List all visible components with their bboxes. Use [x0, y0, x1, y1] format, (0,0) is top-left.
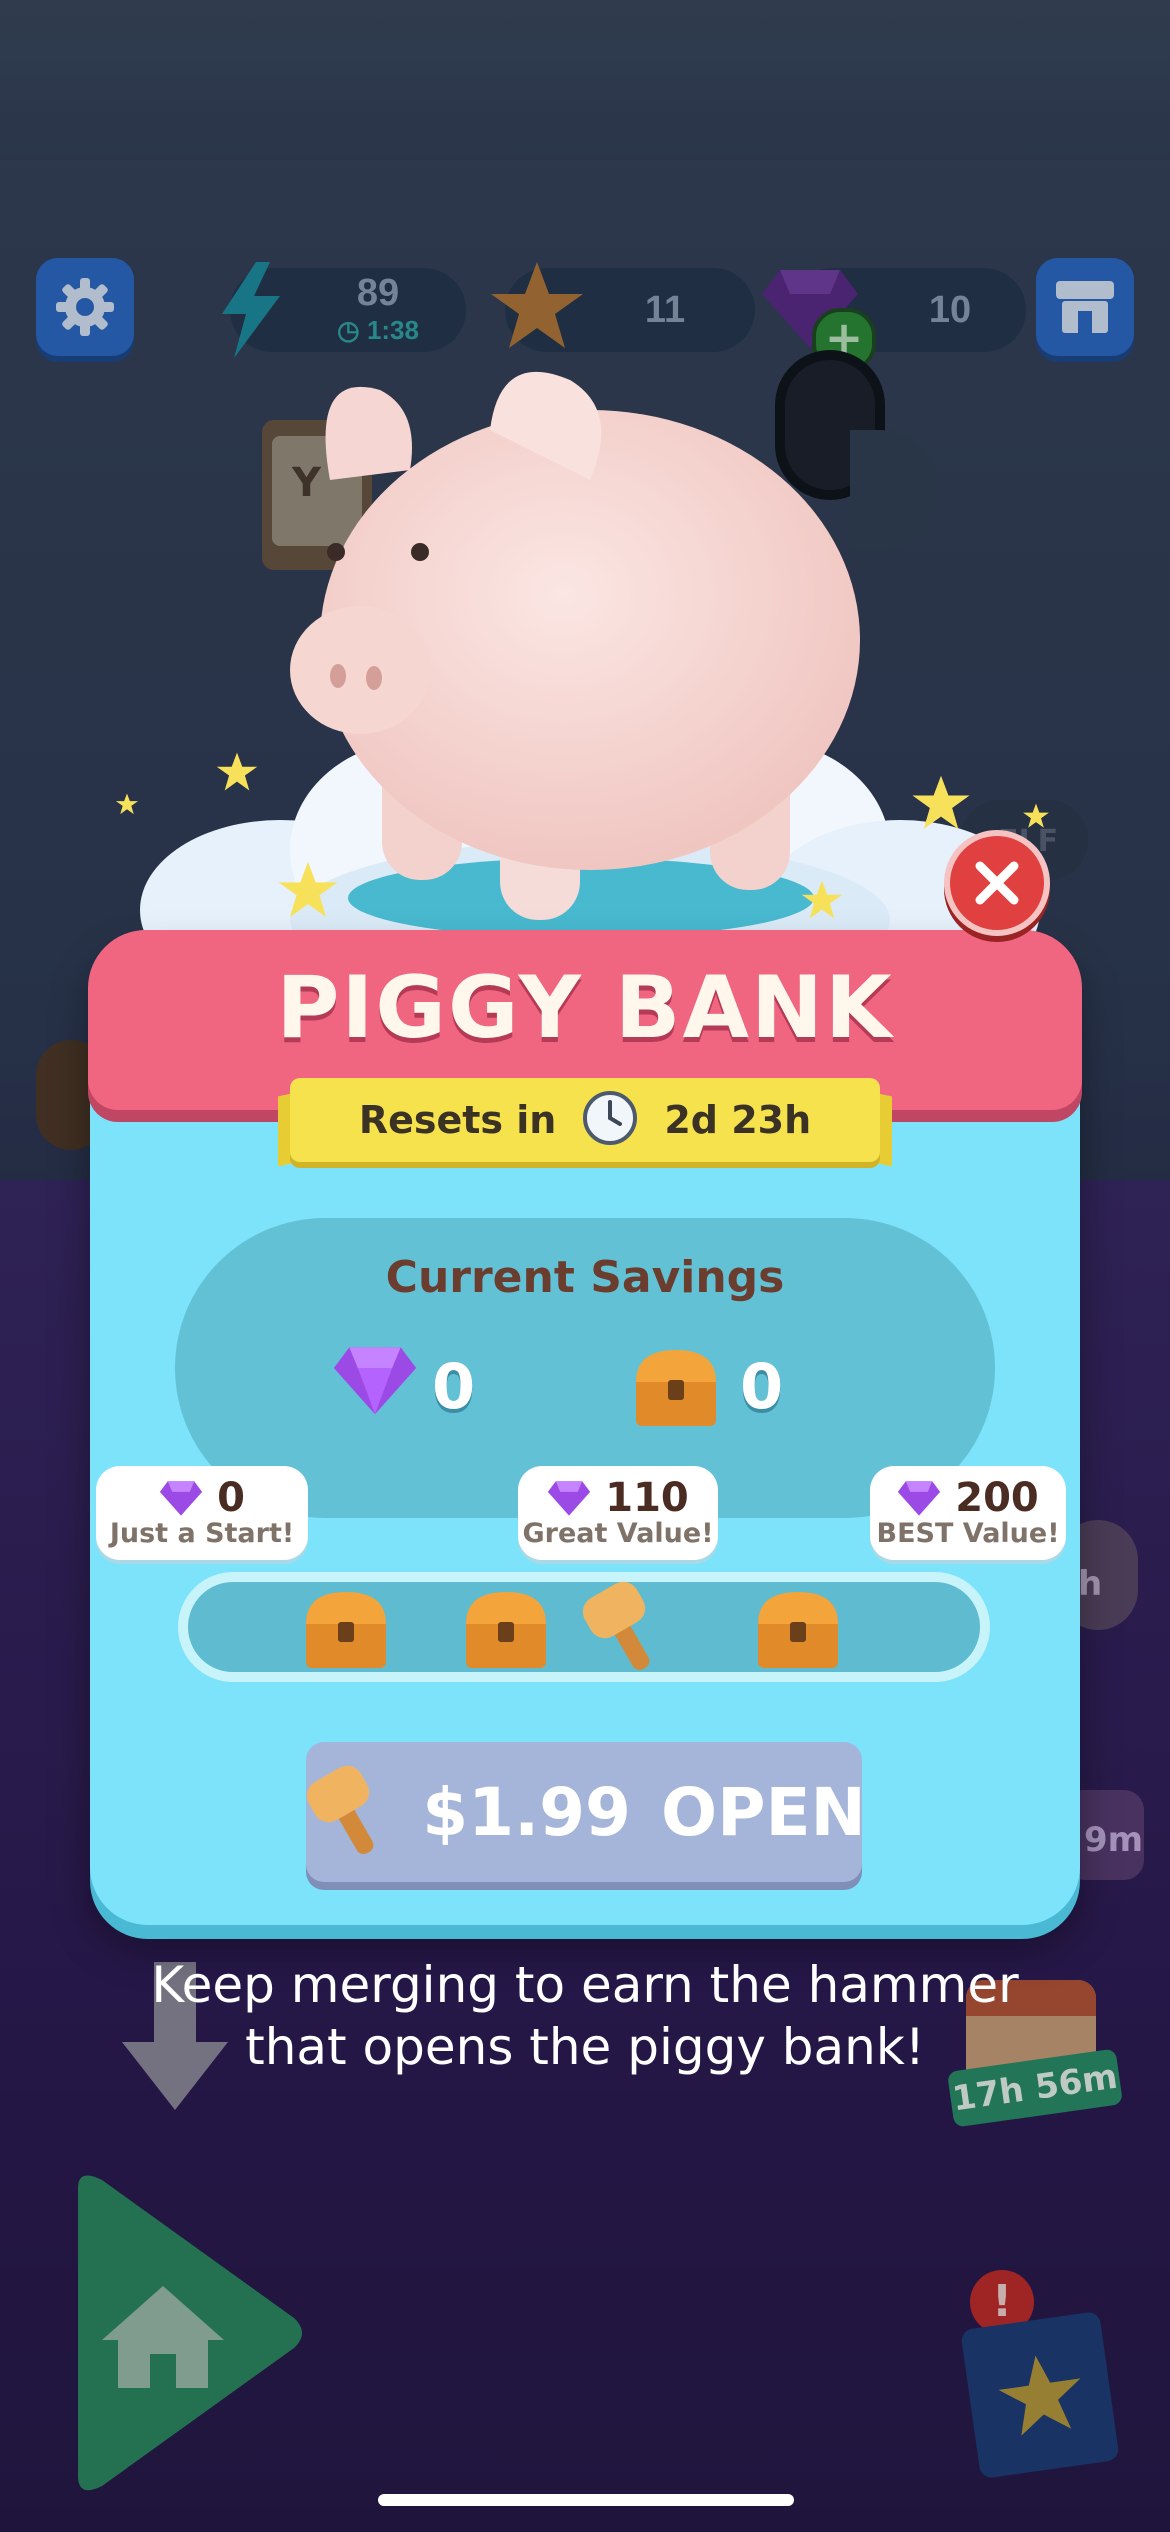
- clock-icon: [582, 1090, 638, 1150]
- chest-icon: [752, 1588, 844, 1676]
- hint-line-2: that opens the piggy bank!: [245, 2018, 925, 2076]
- sparkle-star-icon: [910, 772, 972, 838]
- savings-gems-value: 0: [432, 1350, 476, 1423]
- sparkle-star-icon: [115, 792, 139, 820]
- milestone-tooltip-start: 0 Just a Start!: [96, 1466, 308, 1560]
- sparkle-star-icon: [800, 878, 844, 926]
- gem-icon: [159, 1481, 203, 1516]
- reset-timer-ribbon: Resets in 2d 23h: [290, 1078, 880, 1162]
- open-piggy-bank-button[interactable]: $1.99 OPEN: [306, 1742, 866, 1882]
- sparkle-star-icon: [1022, 802, 1050, 834]
- hint-text: Keep merging to earn the hammer that ope…: [100, 1954, 1070, 2078]
- open-price: $1.99: [422, 1773, 631, 1851]
- chest-icon: [630, 1346, 722, 1434]
- sparkle-star-icon: [276, 858, 340, 926]
- close-button[interactable]: [944, 830, 1050, 936]
- chest-icon: [460, 1588, 552, 1676]
- hammer-icon: [302, 1762, 392, 1862]
- milestone-value: 0: [217, 1475, 245, 1521]
- sparkle-star-icon: [215, 750, 259, 798]
- open-label: OPEN: [660, 1773, 866, 1851]
- current-savings-title: Current Savings: [385, 1252, 785, 1303]
- hammer-icon: [578, 1578, 668, 1678]
- milestone-label: BEST Value!: [876, 1518, 1060, 1549]
- milestone-tooltip-best: 200 BEST Value!: [870, 1466, 1066, 1560]
- close-icon: [975, 861, 1019, 905]
- gem-icon: [548, 1481, 591, 1516]
- modal-title: PIGGY BANK: [276, 958, 894, 1058]
- milestone-label: Great Value!: [522, 1518, 714, 1549]
- milestone-value: 200: [955, 1475, 1039, 1521]
- gem-icon: [332, 1344, 418, 1420]
- gem-icon: [898, 1481, 941, 1516]
- hint-line-1: Keep merging to earn the hammer: [151, 1956, 1019, 2014]
- milestone-value: 110: [605, 1475, 689, 1521]
- milestone-tooltip-great: 110 Great Value!: [518, 1466, 718, 1560]
- resets-label: Resets in: [358, 1098, 557, 1142]
- home-indicator[interactable]: [378, 2494, 794, 2506]
- chest-icon: [300, 1588, 392, 1676]
- milestone-label: Just a Start!: [109, 1518, 295, 1549]
- savings-chests-value: 0: [740, 1350, 784, 1423]
- piggy-bank-image: [270, 360, 870, 940]
- resets-time: 2d 23h: [664, 1098, 812, 1142]
